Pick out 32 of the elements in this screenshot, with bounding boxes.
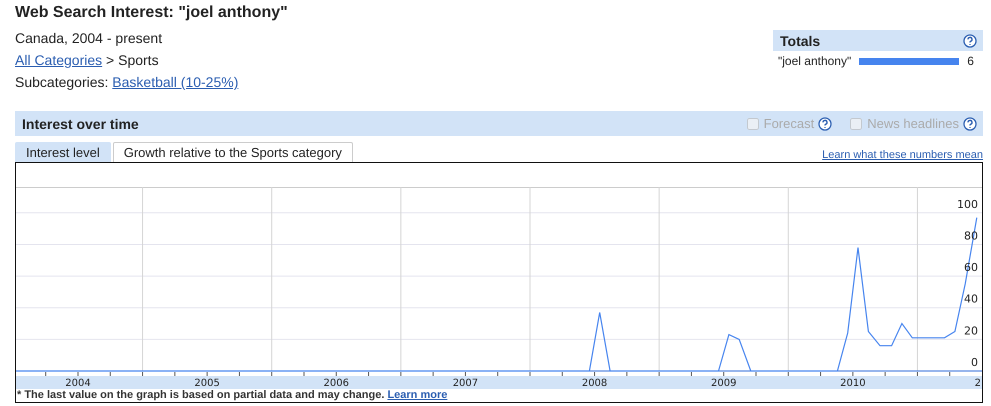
axis-label: 2005: [194, 378, 220, 389]
subcategory-link[interactable]: Basketball (10-25%): [112, 74, 238, 90]
axis-label: 2: [974, 378, 981, 389]
footnote: * The last value on the graph is based on partial data and may change. Learn more: [16, 389, 448, 402]
help-icon[interactable]: [818, 116, 832, 130]
region-range: Canada, 2004 - present: [15, 29, 164, 48]
search-term: "joel anthony": [778, 54, 852, 68]
option-label: Forecast: [764, 116, 814, 131]
axis-label: 2010: [840, 378, 866, 389]
help-icon[interactable]: [963, 34, 977, 48]
axis-label: 2007: [452, 378, 478, 389]
axis-label: 2008: [582, 378, 608, 389]
category-link[interactable]: All Categories: [15, 52, 102, 68]
breadcrumb-text: > Sports: [106, 52, 159, 68]
help-link[interactable]: Learn what these numbers mean: [822, 149, 983, 161]
help-icon[interactable]: [963, 116, 977, 130]
section-title: Interest over time: [22, 116, 139, 132]
axis-label: 100: [957, 198, 978, 211]
tab[interactable]: Interest level: [15, 142, 111, 162]
axis-label: 2004: [65, 378, 91, 389]
tab[interactable]: Growth relative to the Sports category: [112, 142, 353, 162]
option-label: News headlines: [867, 116, 959, 131]
axis-label: 2006: [324, 378, 349, 389]
page-title: Web Search Interest: "joel anthony": [15, 3, 288, 23]
learn-more-link[interactable]: Learn more: [387, 389, 448, 401]
totals-title: Totals: [780, 32, 820, 48]
total-value: 6: [967, 54, 974, 68]
subcategories-label: Subcategories:: [15, 74, 108, 90]
axis-label: 0: [971, 356, 978, 369]
axis-label: 2009: [710, 378, 736, 389]
axis-label: 20: [964, 324, 978, 338]
axis-label: 40: [964, 292, 978, 306]
